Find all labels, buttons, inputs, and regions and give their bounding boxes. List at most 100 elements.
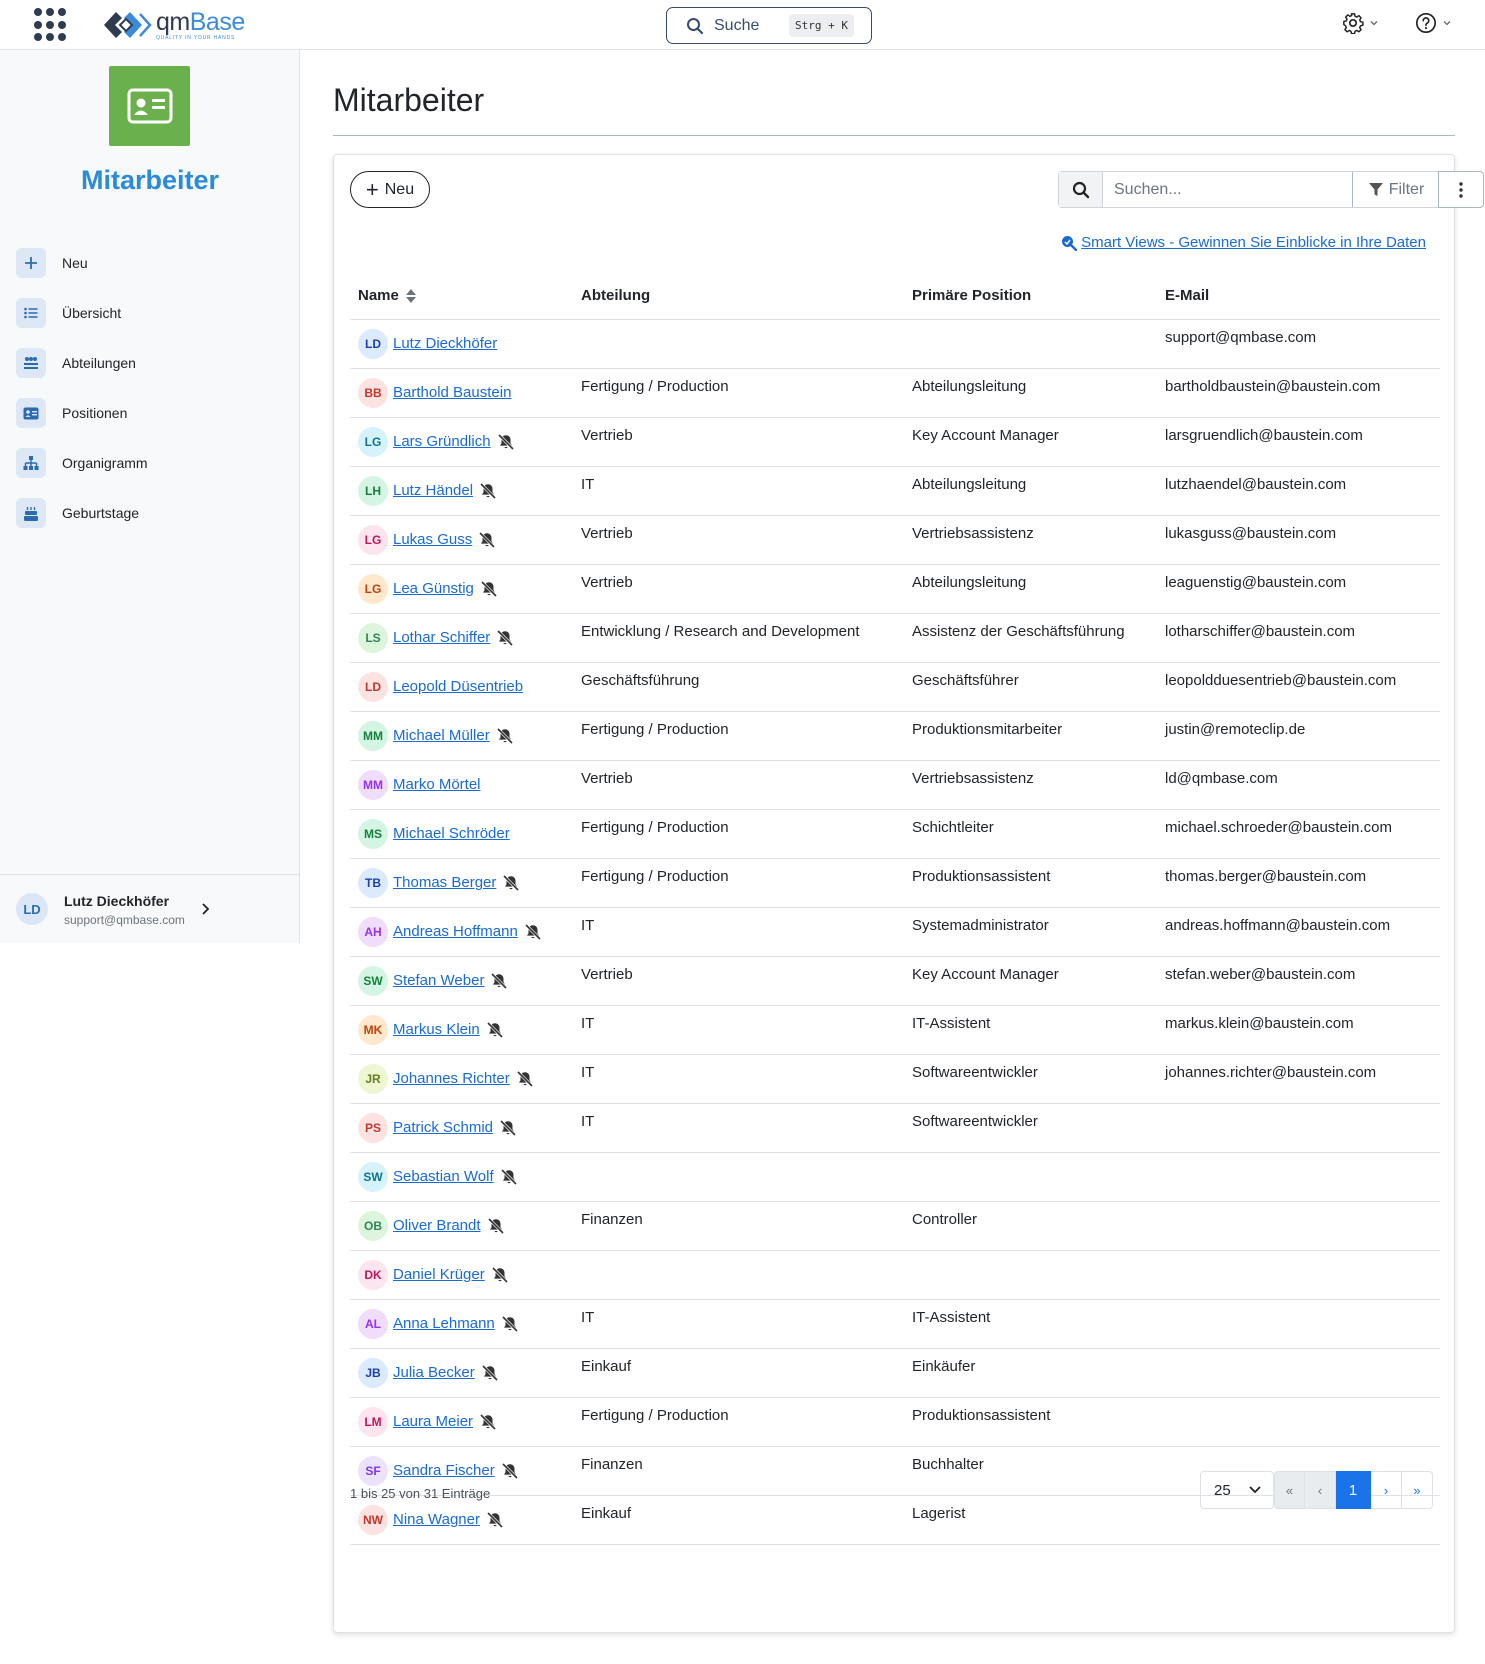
table-row: JB Julia Becker Einkauf Einkäufer (350, 1348, 1440, 1398)
employee-name-link[interactable]: Oliver Brandt (393, 1217, 481, 1234)
plus-icon: + (365, 176, 379, 202)
cell-name: NW Nina Wagner (350, 1495, 573, 1545)
kebab-menu-icon (1459, 181, 1463, 198)
employee-name-link[interactable]: Andreas Hoffmann (393, 923, 518, 940)
search-shortcut-hint: Strg + K (789, 14, 854, 37)
employee-name-link[interactable]: Sandra Fischer (393, 1462, 495, 1479)
new-employee-button[interactable]: + Neu (350, 171, 430, 208)
table-row: AH Andreas Hoffmann IT Systemadministrator a… (350, 907, 1440, 957)
current-user-menu[interactable]: LD Lutz Dieckhöfer support@qmbase.com (0, 874, 300, 943)
employee-name-link[interactable]: Sebastian Wolf (393, 1168, 494, 1185)
cell-abteilung: Vertrieb (573, 417, 904, 467)
employee-name-link[interactable]: Thomas Berger (393, 874, 496, 891)
employee-name-link[interactable]: Daniel Krüger (393, 1266, 485, 1283)
global-search-button[interactable]: Suche Strg + K (666, 7, 872, 44)
cell-position: Key Account Manager (904, 956, 1157, 1006)
cell-abteilung: IT (573, 466, 904, 516)
sidebar-item-label: Geburtstage (62, 505, 140, 521)
cell-email: thomas.berger@baustein.com (1157, 858, 1440, 908)
cell-abteilung: Fertigung / Production (573, 809, 904, 859)
employee-name-link[interactable]: Michael Müller (393, 727, 490, 744)
sidebar-item-positionen[interactable]: Positionen (16, 388, 286, 438)
cell-email (1157, 1250, 1440, 1300)
cell-abteilung: Finanzen (573, 1201, 904, 1251)
cell-email: andreas.hoffmann@baustein.com (1157, 907, 1440, 957)
employee-name-link[interactable]: Leopold Düsentrieb (393, 678, 523, 695)
cell-position: Buchhalter (904, 1446, 1157, 1496)
employee-name-link[interactable]: Lothar Schiffer (393, 629, 490, 646)
employee-name-link[interactable]: Anna Lehmann (393, 1315, 495, 1332)
page-prev-button[interactable]: ‹ (1305, 1471, 1336, 1509)
cell-email: ld@qmbase.com (1157, 760, 1440, 810)
cell-position: Abteilungsleitung (904, 466, 1157, 516)
table-row: LG Lars Gründlich Vertrieb Key Account Mana… (350, 417, 1440, 467)
settings-menu-button[interactable] (1342, 12, 1379, 34)
cell-abteilung: Vertrieb (573, 956, 904, 1006)
table-row: MM Marko Mörtel Vertrieb Vertriebsassistenz… (350, 760, 1440, 810)
employee-name-link[interactable]: Lutz Händel (393, 482, 473, 499)
cell-position: Lagerist (904, 1495, 1157, 1545)
apps-grid-icon[interactable] (34, 8, 68, 42)
sidebar-item-abteilungen[interactable]: Abteilungen (16, 338, 286, 388)
cell-name: MM Marko Mörtel (350, 760, 573, 810)
employee-name-link[interactable]: Marko Mörtel (393, 776, 481, 793)
page-first-button[interactable]: « (1274, 1471, 1305, 1509)
sidebar-item-label: Positionen (62, 405, 128, 421)
employee-name-link[interactable]: Lea Günstig (393, 580, 474, 597)
employee-name-link[interactable]: Julia Becker (393, 1364, 475, 1381)
cell-email: larsgruendlich@baustein.com (1157, 417, 1440, 467)
employee-name-link[interactable]: Nina Wagner (393, 1511, 480, 1528)
smart-views-link[interactable]: Smart Views - Gewinnen Sie Einblicke in … (1061, 234, 1426, 251)
page-next-button[interactable]: › (1371, 1471, 1402, 1509)
employee-name-link[interactable]: Patrick Schmid (393, 1119, 493, 1136)
cell-abteilung: Fertigung / Production (573, 858, 904, 908)
page-title: Mitarbeiter (333, 82, 485, 118)
sidebar-item-neu[interactable]: Neu (16, 238, 286, 288)
employee-name-link[interactable]: Lars Gründlich (393, 433, 491, 450)
page-size-select[interactable]: 25 (1200, 1471, 1274, 1509)
employee-name-link[interactable]: Lutz Dieckhöfer (393, 335, 497, 352)
avatar: LM (358, 1406, 388, 1437)
table-row: LD Leopold Düsentrieb Geschäftsführung Gesc… (350, 662, 1440, 712)
help-menu-button[interactable] (1415, 12, 1452, 34)
top-bar: qmBase QUALITY IN YOUR HANDS Suche Strg … (0, 0, 1485, 50)
cell-email (1157, 1103, 1440, 1153)
employee-name-link[interactable]: Lukas Guss (393, 531, 472, 548)
employee-name-link[interactable]: Michael Schröder (393, 825, 510, 842)
cell-position: Controller (904, 1201, 1157, 1251)
filter-button[interactable]: Filter (1352, 172, 1439, 207)
cell-email: markus.klein@baustein.com (1157, 1005, 1440, 1055)
cell-email (1157, 1348, 1440, 1398)
bell-slash-icon (480, 482, 497, 499)
employee-name-link[interactable]: Johannes Richter (393, 1070, 510, 1087)
cell-name: LS Lothar Schiffer (350, 613, 573, 663)
cell-abteilung: Finanzen (573, 1446, 904, 1496)
table-search-input[interactable] (1103, 172, 1352, 207)
app-logo[interactable]: qmBase QUALITY IN YOUR HANDS (102, 8, 245, 42)
employee-name-link[interactable]: Laura Meier (393, 1413, 473, 1430)
cell-email: johannes.richter@baustein.com (1157, 1054, 1440, 1104)
page-last-button[interactable]: » (1402, 1471, 1433, 1509)
sidebar-item-geburtstage[interactable]: Geburtstage (16, 488, 286, 538)
employee-name-link[interactable]: Barthold Baustein (393, 384, 511, 401)
sidebar-item-organigramm[interactable]: Organigramm (16, 438, 286, 488)
cell-name: LD Lutz Dieckhöfer (350, 319, 573, 369)
bell-slash-icon (481, 1364, 498, 1381)
cell-email: leopoldduesentrieb@baustein.com (1157, 662, 1440, 712)
table-row: LH Lutz Händel IT Abteilungsleitung lutzhaen… (350, 466, 1440, 516)
page-1-button[interactable]: 1 (1336, 1471, 1371, 1509)
title-divider (333, 135, 1455, 136)
sidebar-item-uebersicht[interactable]: Übersicht (16, 288, 286, 338)
avatar: NW (358, 1504, 388, 1535)
employee-name-link[interactable]: Markus Klein (393, 1021, 480, 1038)
employee-name-link[interactable]: Stefan Weber (393, 972, 484, 989)
cell-position: Geschäftsführer (904, 662, 1157, 712)
search-icon (687, 17, 704, 34)
more-options-button[interactable] (1438, 171, 1484, 208)
column-header-name[interactable]: Name (350, 273, 573, 320)
bell-slash-icon (499, 1119, 517, 1136)
cell-name: LM Laura Meier (350, 1397, 573, 1447)
table-row: TB Thomas Berger Fertigung / Production Pro… (350, 858, 1440, 908)
cell-position: Assistenz der Geschäftsführung (904, 613, 1157, 663)
bell-slash-icon (480, 580, 497, 597)
